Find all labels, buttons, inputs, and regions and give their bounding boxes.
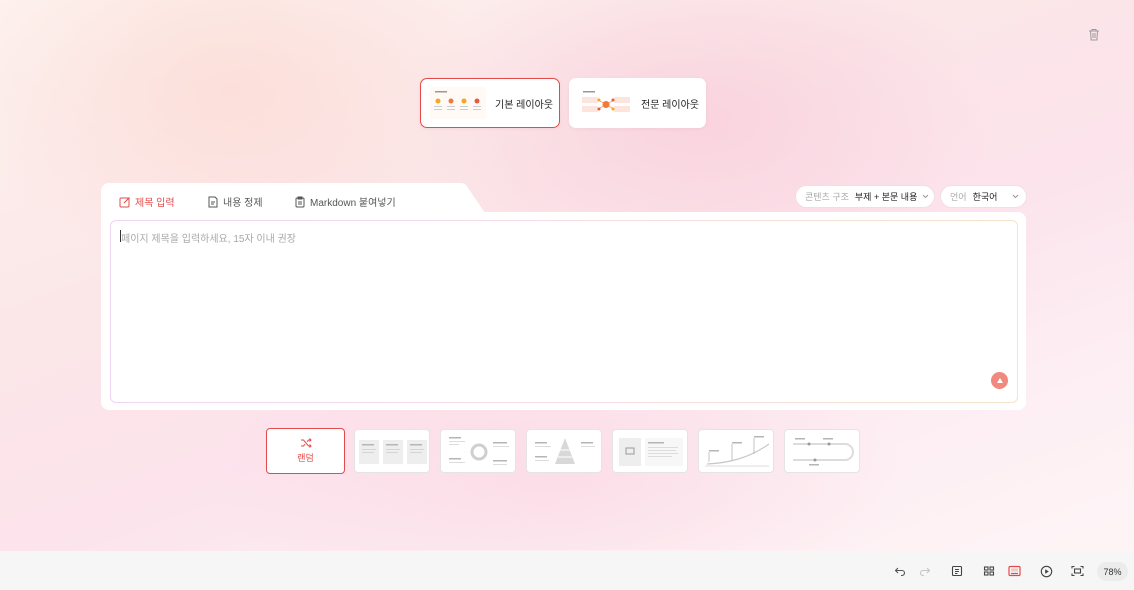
language-value: 한국어 <box>972 192 998 202</box>
content-structure-select[interactable]: 콘텐츠 구조 부제 + 본문 내용 <box>796 186 934 207</box>
three-columns-thumbnail <box>359 440 427 464</box>
text-cursor <box>120 230 121 242</box>
undo-button[interactable] <box>892 563 908 579</box>
tab-content-organize[interactable]: 내용 정제 <box>207 194 263 209</box>
professional-layout-label: 전문 레이아웃 <box>641 99 699 111</box>
generate-button[interactable] <box>991 372 1008 389</box>
tab-markdown-paste-label: Markdown 붙여넣기 <box>310 198 396 209</box>
layout-option-professional[interactable]: 전문 레이아웃 <box>569 78 706 128</box>
document-icon <box>208 196 218 207</box>
content-structure-value: 부제 + 본문 내용 <box>854 192 918 202</box>
template-three-columns[interactable] <box>354 429 430 473</box>
language-select[interactable]: 언어 한국어 <box>941 186 1026 207</box>
tab-title-input[interactable]: 제목 입력 <box>119 194 175 209</box>
tab-content-organize-label: 내용 정제 <box>223 198 263 209</box>
grid-icon <box>983 566 995 576</box>
zoom-level[interactable]: 78% <box>1097 562 1128 581</box>
tab-title-input-label: 제목 입력 <box>135 198 175 209</box>
language-label: 언어 <box>950 192 967 202</box>
undo-icon <box>894 567 906 577</box>
notes-button[interactable] <box>949 563 965 579</box>
play-icon <box>1040 565 1052 577</box>
tab-markdown-paste[interactable]: Markdown 붙여넣기 <box>294 194 396 209</box>
grid-view-button[interactable] <box>981 563 997 579</box>
arrow-up-icon <box>996 377 1003 383</box>
template-pyramid[interactable] <box>526 429 602 473</box>
play-button[interactable] <box>1038 563 1054 579</box>
delete-button[interactable] <box>1086 26 1102 42</box>
template-random-label: 랜덤 <box>297 453 314 463</box>
content-structure-label: 콘텐츠 구조 <box>805 192 849 202</box>
redo-button[interactable] <box>917 563 933 579</box>
growth-curve-thumbnail <box>705 436 770 467</box>
clipboard-icon <box>295 196 305 207</box>
pyramid-thumbnail <box>535 438 595 464</box>
fit-screen-button[interactable] <box>1069 563 1085 579</box>
professional-layout-thumbnail <box>580 87 632 119</box>
edit-icon <box>119 196 130 207</box>
fit-screen-icon <box>1070 565 1084 577</box>
chevron-down-icon <box>1013 194 1019 199</box>
chevron-down-icon <box>923 194 929 199</box>
slide-icon <box>1007 565 1021 577</box>
basic-layout-label: 기본 레이아웃 <box>495 99 553 111</box>
image-text-thumbnail <box>619 438 683 466</box>
trash-icon <box>1089 28 1099 40</box>
layout-option-basic[interactable]: 기본 레이아웃 <box>420 78 560 128</box>
basic-layout-thumbnail <box>430 87 486 119</box>
title-input[interactable] <box>111 221 1017 402</box>
template-random[interactable]: 랜덤 <box>266 428 345 474</box>
template-circle-center[interactable] <box>440 429 516 473</box>
title-input-frame <box>110 220 1018 403</box>
template-image-text[interactable] <box>612 429 688 473</box>
notes-icon <box>951 565 963 577</box>
shuffle-icon <box>300 438 312 448</box>
redo-icon <box>919 567 931 577</box>
slide-view-button[interactable] <box>1006 563 1022 579</box>
template-snake-timeline[interactable] <box>784 429 860 473</box>
template-growth-curve[interactable] <box>698 429 774 473</box>
circle-center-thumbnail <box>449 437 509 465</box>
snake-timeline-thumbnail <box>793 438 854 466</box>
